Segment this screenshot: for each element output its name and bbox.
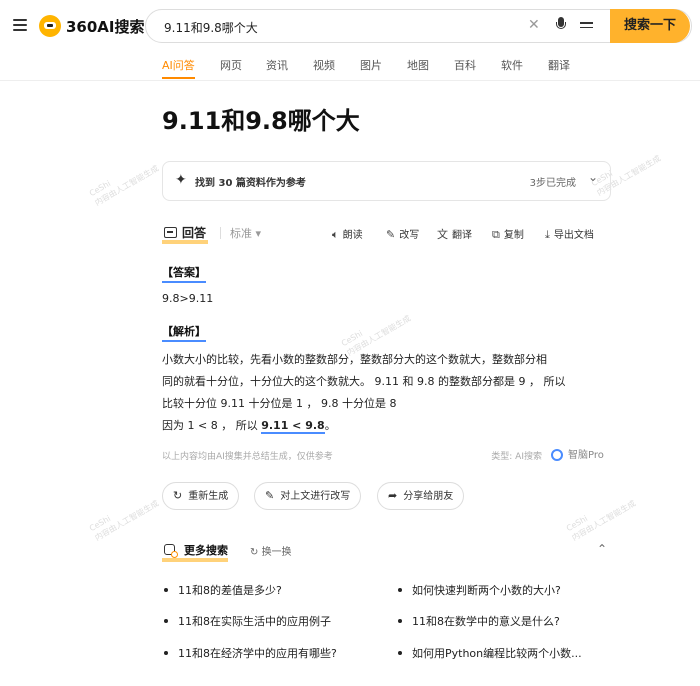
reference-text: 找到 30 篇资料作为参考 [195,178,306,189]
mode-dropdown[interactable]: 标准 ▾ [230,225,261,241]
tab-images[interactable]: 图片 [360,57,382,73]
read-aloud-button[interactable]: 🔈︎ 朗读 [332,226,363,242]
steps-status: 3步已完成 [529,178,576,189]
search-list-icon [164,544,178,558]
regenerate-button[interactable]: ↻ 重新生成 [162,482,240,510]
brain-icon [551,449,563,461]
analysis-line: 小数大小的比较，先看小数的整数部分，整数部分大的这个数就大，整数部分相 [162,353,547,366]
logo-icon[interactable] [39,15,61,37]
edit-icon: ✎ [265,489,275,502]
refresh-suggestions-button[interactable]: ↻ 换一换 [250,543,292,558]
translate-button[interactable]: 文翻译 [437,226,472,242]
answer-tab[interactable]: 回答 [162,224,209,244]
clear-icon[interactable]: ✕ [528,17,540,33]
brand-label: 智脑Pro [551,446,604,461]
watermark: CeShi 内容由人工智能生成 [87,498,161,543]
export-icon: ⤓ [545,228,550,241]
export-button[interactable]: ⤓ 导出文档 [545,226,594,242]
suggestion-item[interactable]: 11和8在数学中的意义是什么? [398,613,560,629]
chevron-down-icon[interactable]: ⌄ [588,170,598,184]
reference-box[interactable]: ✦ 找到 30 篇资料作为参考 3步已完成 ⌄ [162,161,611,201]
disclaimer: 以上内容均由AI搜集并总结生成，仅供参考 [162,452,333,462]
tab-baike[interactable]: 百科 [454,57,476,73]
rewrite-button[interactable]: ✎ 改写 [386,226,419,241]
translate-icon: 文 [437,228,448,241]
tab-news[interactable]: 资讯 [266,57,288,73]
logo-text[interactable]: 360AI搜索 [66,16,145,37]
search-tabs: AI问答 网页 资讯 视频 图片 地图 百科 软件 翻译 [0,53,700,80]
settings-sliders-icon[interactable] [580,20,593,30]
more-searches-title: 更多搜索 [162,542,228,562]
suggestion-item[interactable]: 11和8在经济学中的应用有哪些? [164,645,337,661]
answer-label: 【答案】 [162,266,206,283]
analysis-label: 【解析】 [162,325,206,342]
copy-icon: ⧉ [492,228,500,241]
suggestion-item[interactable]: 如何用Python编程比较两个小数... [398,645,582,661]
analysis-line: 比较十分位 9.11 十分位是 1 ， 9.8 十分位是 8 [162,397,397,410]
rewrite-above-button[interactable]: ✎ 对上文进行改写 [254,482,362,510]
microphone-icon[interactable] [556,17,566,33]
tab-software[interactable]: 软件 [501,57,523,73]
analysis-line: 同的就看十分位，十分位大的这个数就大。 9.11 和 9.8 的整数部分都是 9… [162,375,566,388]
tab-web[interactable]: 网页 [220,57,242,73]
watermark: CeShi 内容由人工智能生成 [564,498,638,543]
tab-video[interactable]: 视频 [313,57,335,73]
tab-translate[interactable]: 翻译 [548,57,570,73]
share-icon: ➦ [388,489,398,502]
answer-icon [164,227,177,238]
suggestion-item[interactable]: 11和8在实际生活中的应用例子 [164,613,331,629]
divider [220,227,221,239]
refresh-icon: ↻ [173,489,183,502]
tab-ai-qa[interactable]: AI问答 [162,57,195,79]
answer-toolbar: 回答 标准 ▾ 🔈︎ 朗读 ✎ 改写 文翻译 ⧉ 复制 ⤓ 导出文档 [162,224,609,246]
search-button[interactable]: 搜索一下 [610,9,690,43]
suggestion-item[interactable]: 11和8的差值是多少? [164,582,282,598]
copy-button[interactable]: ⧉ 复制 [492,226,524,242]
answer-value: 9.8>9.11 [162,292,214,305]
top-header: 360AI搜索 ✕ 搜索一下 AI问答 网页 资讯 视频 图片 地图 百科 软件… [0,0,700,81]
page-title: 9.11和9.8哪个大 [162,107,360,135]
speaker-icon: 🔈︎ [332,228,339,241]
edit-icon: ✎ [386,228,396,241]
tab-map[interactable]: 地图 [407,57,429,73]
type-label: 类型: AI搜索 [491,452,542,462]
watermark: CeShi 内容由人工智能生成 [87,163,161,208]
suggestion-item[interactable]: 如何快速判断两个小数的大小? [398,582,561,598]
analysis-conclusion: 因为 1 < 8 ， 所以 9.11 < 9.8。 [162,419,336,434]
conclusion-highlight: 9.11 < 9.8 [261,419,325,434]
sparkle-icon: ✦ [175,172,187,188]
share-button[interactable]: ➦ 分享给朋友 [377,482,465,510]
search-input[interactable] [162,16,516,38]
chevron-up-icon[interactable]: ⌃ [597,542,607,556]
menu-icon[interactable] [13,19,27,31]
